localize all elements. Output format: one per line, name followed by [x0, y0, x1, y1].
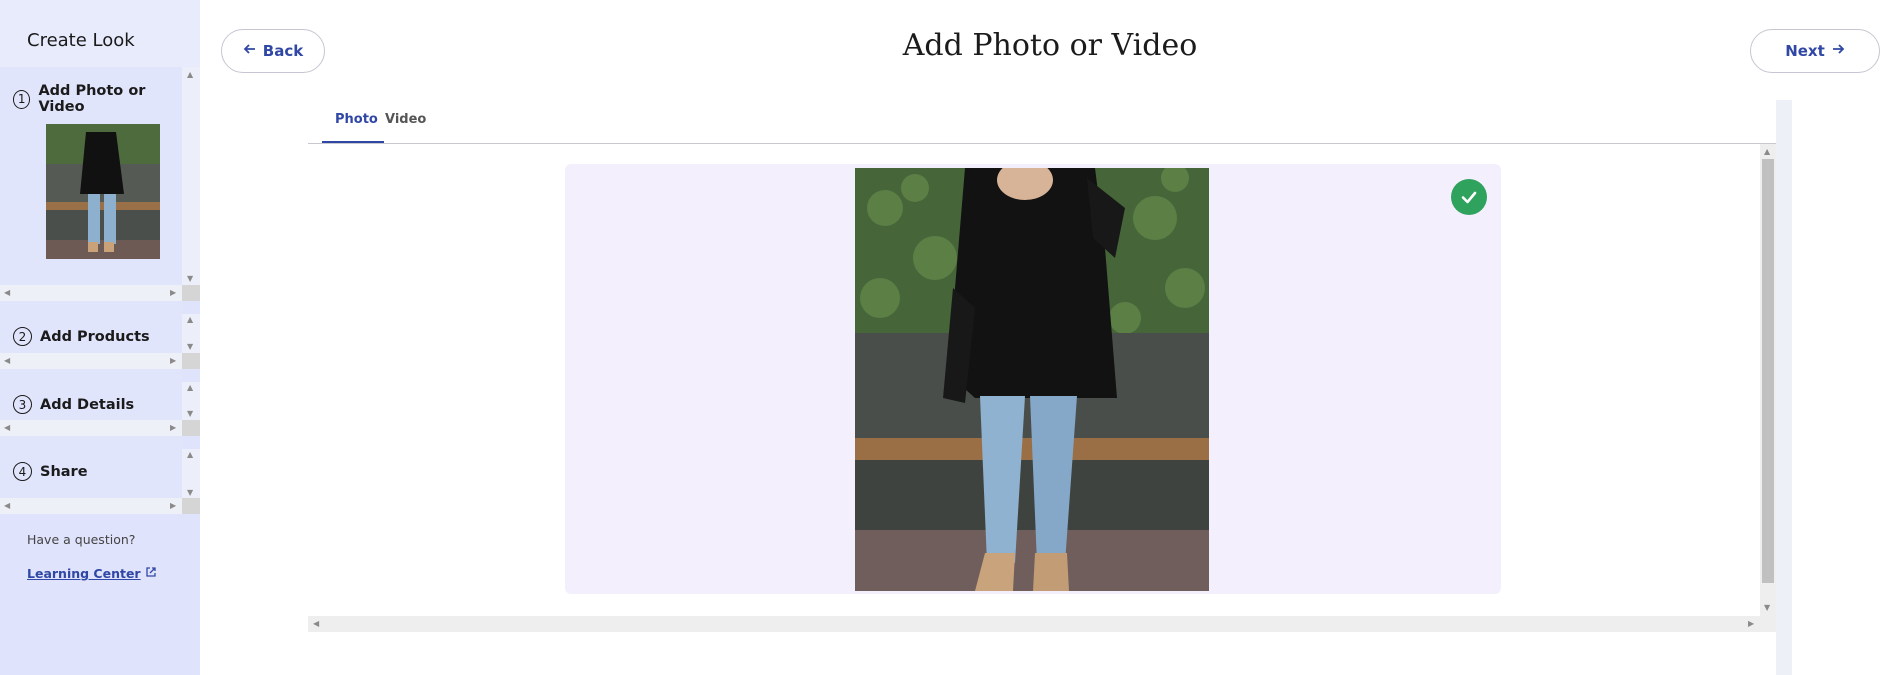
- tab-video[interactable]: Video: [385, 112, 426, 143]
- external-link-icon: [145, 566, 157, 581]
- step-2-number: 2: [13, 327, 32, 346]
- step-3-scroll-corner: [182, 420, 200, 436]
- step-1-panel[interactable]: 1 Add Photo or Video ▲ ▼ ◀ ▶: [0, 67, 200, 301]
- media-tabs: Photo Video: [308, 100, 1776, 144]
- step-2-panel[interactable]: 2 Add Products ▲ ▼ ◀ ▶: [0, 301, 200, 369]
- tab-photo[interactable]: Photo: [322, 112, 384, 143]
- step-1-content: 1 Add Photo or Video: [0, 67, 182, 285]
- step-1-title[interactable]: 1 Add Photo or Video: [13, 83, 182, 115]
- step-4-label: Share: [40, 463, 88, 480]
- step-1-scroll-corner: [182, 285, 200, 301]
- step-4-title[interactable]: 4 Share: [13, 462, 88, 481]
- sidebar-title: Create Look: [0, 0, 200, 67]
- step-2-label: Add Products: [40, 328, 150, 345]
- step-3-number: 3: [13, 395, 32, 414]
- back-button-label: Back: [262, 42, 304, 60]
- panel-side-strip: [1776, 100, 1792, 675]
- step-4-number: 4: [13, 462, 32, 481]
- create-look-app: Create Look 1 Add Photo or Video ▲ ▼ ◀ ▶…: [0, 0, 1884, 675]
- panel-horizontal-scrollbar[interactable]: ◀ ▶: [308, 616, 1776, 632]
- back-button[interactable]: Back: [221, 29, 325, 73]
- step-4-scroll-corner: [182, 498, 200, 514]
- step-3-vscroll[interactable]: ▲ ▼: [182, 382, 200, 420]
- step-2-hscroll[interactable]: ◀ ▶: [0, 353, 182, 369]
- page-title: Add Photo or Video: [902, 28, 1198, 63]
- step-2-vscroll[interactable]: ▲ ▼: [182, 314, 200, 353]
- step-3-label: Add Details: [40, 396, 135, 413]
- help-question-text: Have a question?: [27, 532, 136, 547]
- check-icon: [1451, 179, 1487, 215]
- step-4-content: 4 Share: [0, 436, 182, 498]
- learning-center-label: Learning Center: [27, 566, 141, 581]
- panel-vertical-scroll-thumb[interactable]: [1762, 159, 1774, 583]
- step-2-title[interactable]: 2 Add Products: [13, 327, 150, 346]
- step-1-hscroll[interactable]: ◀ ▶: [0, 285, 182, 301]
- arrow-left-icon: [243, 42, 257, 60]
- step-3-hscroll[interactable]: ◀ ▶: [0, 420, 182, 436]
- step-1-number: 1: [13, 89, 31, 109]
- step-2-scroll-corner: [182, 353, 200, 369]
- step-1-thumbnail[interactable]: [46, 124, 160, 259]
- step-3-panel[interactable]: 3 Add Details ▲ ▼ ◀ ▶: [0, 369, 200, 436]
- step-1-label: Add Photo or Video: [38, 83, 146, 115]
- next-button[interactable]: Next: [1750, 29, 1880, 73]
- step-3-content: 3 Add Details: [0, 369, 182, 420]
- step-2-content: 2 Add Products: [0, 301, 182, 353]
- uploaded-photo[interactable]: [855, 168, 1209, 591]
- step-4-panel[interactable]: 4 Share ▲ ▼ ◀ ▶: [0, 436, 200, 516]
- next-button-label: Next: [1785, 42, 1825, 60]
- step-4-vscroll[interactable]: ▲ ▼: [182, 449, 200, 498]
- sidebar: Create Look 1 Add Photo or Video ▲ ▼ ◀ ▶…: [0, 0, 200, 675]
- step-1-vscroll[interactable]: ▲ ▼: [182, 67, 200, 285]
- arrow-right-icon: [1831, 42, 1845, 60]
- step-4-hscroll[interactable]: ◀ ▶: [0, 498, 182, 514]
- learning-center-link[interactable]: Learning Center: [27, 566, 157, 581]
- step-3-title[interactable]: 3 Add Details: [13, 395, 134, 414]
